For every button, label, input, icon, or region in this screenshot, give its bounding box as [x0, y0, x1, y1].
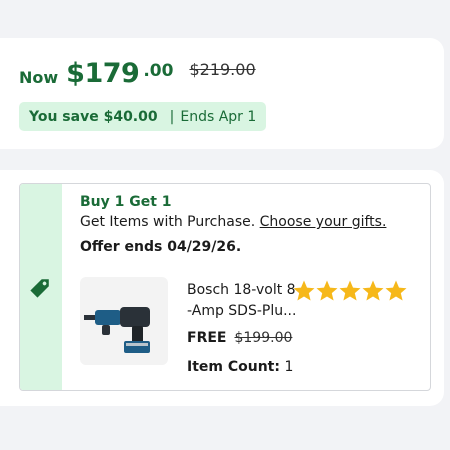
star-icon — [385, 280, 407, 301]
product-price: FREE — [187, 330, 227, 346]
sale-price-dollars: $179 — [66, 58, 140, 89]
item-count: Item Count: 1 — [187, 359, 293, 375]
star-icon — [293, 280, 315, 301]
rotary-hammer-image — [84, 307, 150, 353]
promo-box: Buy 1 Get 1 Get Items with Purchase. Cho… — [19, 183, 431, 391]
item-count-value: 1 — [284, 359, 294, 375]
price-row: Now $179 .00 $219.00 — [19, 56, 256, 89]
promo-description: Get Items with Purchase. Choose your gif… — [80, 214, 386, 230]
star-icon — [362, 280, 384, 301]
savings-end-date: Ends Apr 1 — [180, 108, 257, 125]
star-icon — [316, 280, 338, 301]
rating-stars — [292, 279, 407, 303]
product-price-line: FREE $199.00 — [187, 330, 292, 346]
offer-end-date: Offer ends 04/29/26. — [80, 239, 242, 255]
product-name-line-1: Bosch 18-volt 8 — [187, 282, 296, 298]
promo-card: Buy 1 Get 1 Get Items with Purchase. Cho… — [0, 170, 444, 406]
now-label: Now — [19, 68, 59, 87]
product-image[interactable] — [80, 277, 168, 365]
choose-gifts-link[interactable]: Choose your gifts. — [260, 214, 387, 230]
product-name[interactable]: Bosch 18-volt 8 -Amp SDS-Plu... — [187, 280, 297, 322]
item-count-label: Item Count: — [187, 359, 280, 375]
price-card: Now $179 .00 $219.00 You save $40.00 | E… — [0, 38, 444, 149]
savings-amount: You save $40.00 — [29, 108, 158, 125]
product-original-price: $199.00 — [234, 330, 293, 346]
star-icon — [339, 280, 361, 301]
savings-badge: You save $40.00 | Ends Apr 1 — [19, 102, 267, 131]
sale-price-cents: .00 — [143, 61, 174, 81]
promo-title: Buy 1 Get 1 — [80, 194, 172, 210]
original-price: $219.00 — [189, 60, 256, 79]
promo-strip — [20, 184, 62, 390]
product-name-line-2: -Amp SDS-Plu... — [187, 303, 297, 319]
price-tag-icon — [30, 279, 49, 298]
promo-description-text: Get Items with Purchase. — [80, 214, 256, 230]
savings-separator: | — [169, 108, 175, 125]
